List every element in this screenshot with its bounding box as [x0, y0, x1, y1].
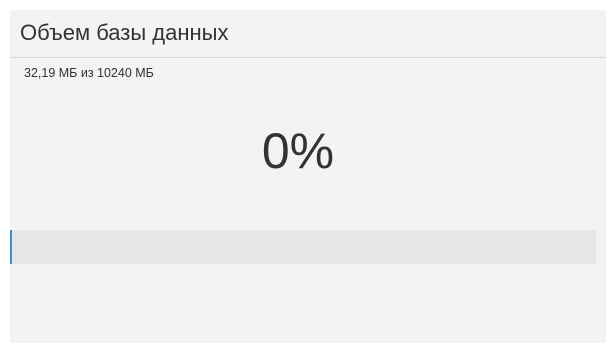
usage-progress-fill [10, 230, 12, 264]
usage-progress-bar [10, 230, 596, 264]
widget-header: Объем базы данных [10, 10, 606, 58]
widget-title: Объем базы данных [20, 20, 229, 45]
usage-text: 32,19 МБ из 10240 МБ [24, 66, 154, 80]
usage-percent: 0% [261, 123, 335, 179]
